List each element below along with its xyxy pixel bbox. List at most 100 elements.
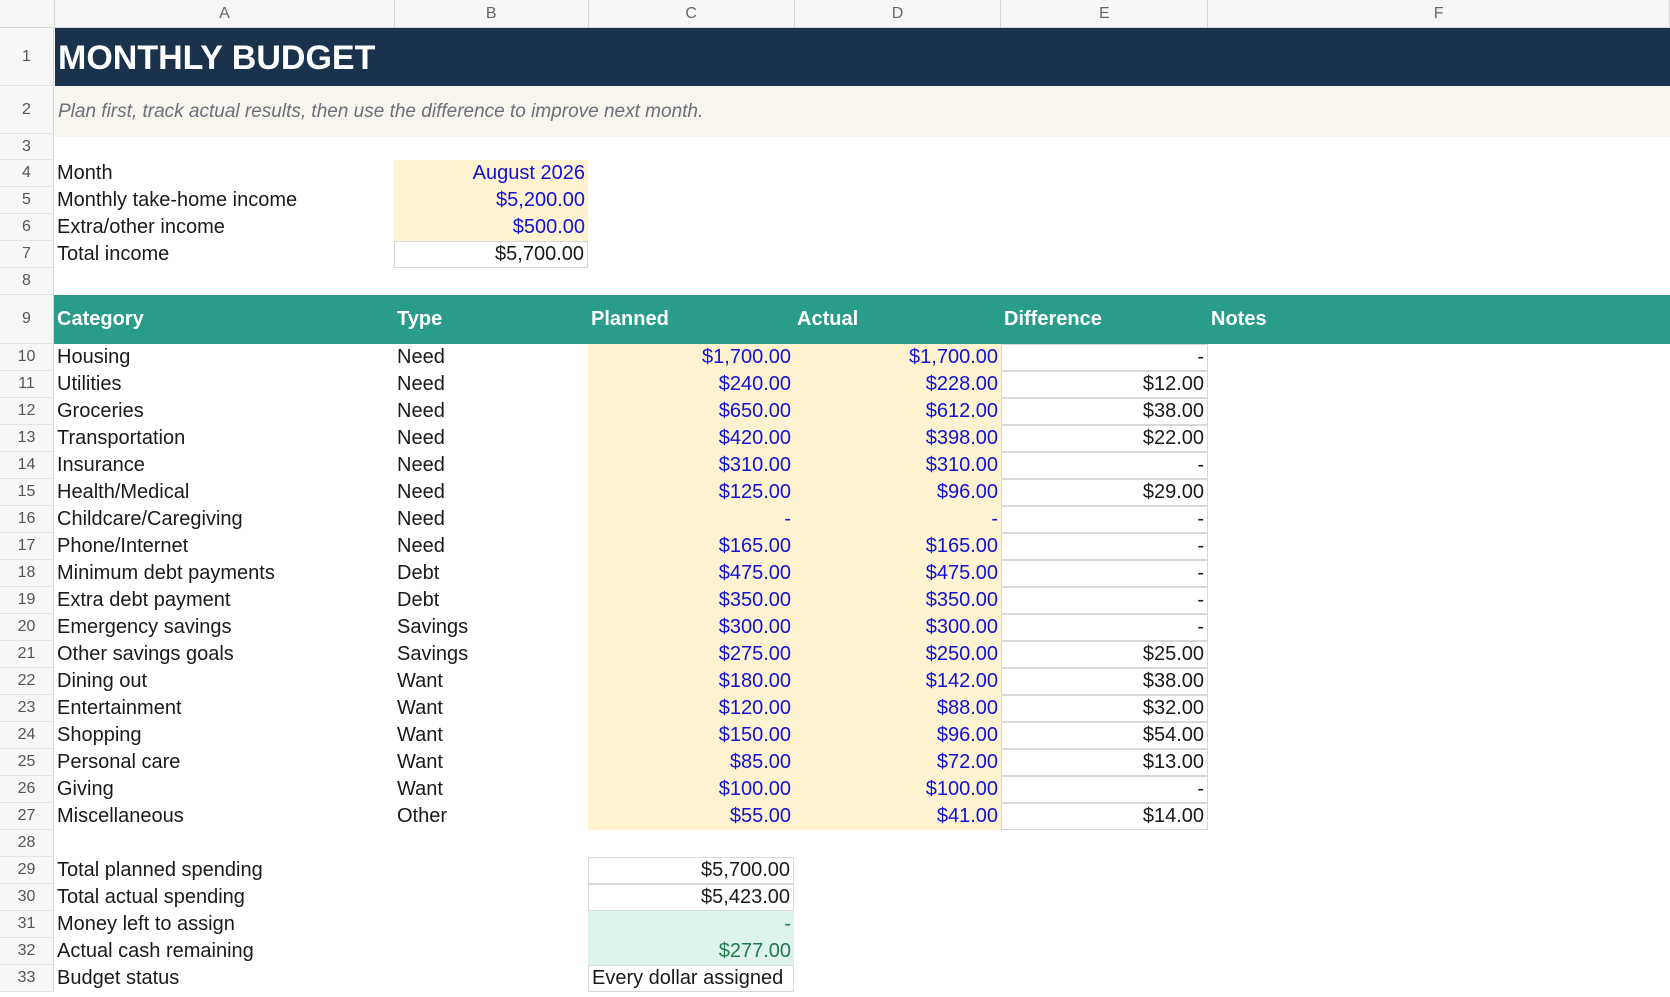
category-cell[interactable]: Dining out — [54, 668, 394, 695]
type-cell[interactable]: Need — [394, 344, 588, 371]
planned-cell[interactable]: $310.00 — [588, 452, 794, 479]
total-planned-value[interactable]: $5,700.00 — [588, 857, 794, 884]
type-cell[interactable]: Savings — [394, 641, 588, 668]
planned-cell[interactable]: $650.00 — [588, 398, 794, 425]
row-header[interactable]: 3 — [0, 134, 54, 160]
difference-cell[interactable]: - — [1001, 776, 1208, 803]
category-cell[interactable]: Other savings goals — [54, 641, 394, 668]
notes-cell[interactable] — [1208, 614, 1670, 641]
row-header[interactable]: 9 — [0, 295, 54, 344]
category-cell[interactable]: Emergency savings — [54, 614, 394, 641]
cash-remaining-value[interactable]: $277.00 — [588, 938, 794, 965]
difference-cell[interactable]: $29.00 — [1001, 479, 1208, 506]
actual-cell[interactable]: $300.00 — [794, 614, 1001, 641]
row-header[interactable]: 2 — [0, 86, 54, 134]
column-header-b[interactable]: B — [395, 0, 589, 27]
actual-cell[interactable]: $142.00 — [794, 668, 1001, 695]
notes-cell[interactable] — [1208, 452, 1670, 479]
notes-cell[interactable] — [1208, 749, 1670, 776]
type-cell[interactable]: Want — [394, 722, 588, 749]
planned-cell[interactable]: $475.00 — [588, 560, 794, 587]
planned-cell[interactable]: $100.00 — [588, 776, 794, 803]
planned-cell[interactable]: $350.00 — [588, 587, 794, 614]
category-cell[interactable]: Phone/Internet — [54, 533, 394, 560]
sheet-title[interactable]: MONTHLY BUDGET — [55, 28, 1670, 89]
row-header[interactable]: 28 — [0, 830, 54, 857]
actual-cell[interactable]: $350.00 — [794, 587, 1001, 614]
notes-cell[interactable] — [1208, 533, 1670, 560]
select-all-corner[interactable] — [0, 0, 55, 27]
row-header[interactable]: 15 — [0, 479, 54, 506]
notes-cell[interactable] — [1208, 641, 1670, 668]
notes-cell[interactable] — [1208, 560, 1670, 587]
total-income-value[interactable]: $5,700.00 — [394, 241, 588, 268]
empty-cell[interactable] — [394, 857, 588, 884]
type-cell[interactable]: Other — [394, 803, 588, 830]
notes-cell[interactable] — [1208, 371, 1670, 398]
type-cell[interactable]: Need — [394, 398, 588, 425]
row-header[interactable]: 12 — [0, 398, 54, 425]
row-header[interactable]: 21 — [0, 641, 54, 668]
difference-cell[interactable]: - — [1001, 614, 1208, 641]
planned-cell[interactable]: $420.00 — [588, 425, 794, 452]
planned-cell[interactable]: - — [588, 506, 794, 533]
month-input[interactable]: August 2026 — [394, 160, 588, 187]
notes-cell[interactable] — [1208, 803, 1670, 830]
row-header[interactable]: 5 — [0, 187, 54, 214]
difference-cell[interactable]: $22.00 — [1001, 425, 1208, 452]
header-planned[interactable]: Planned — [588, 295, 794, 344]
row-header[interactable]: 8 — [0, 268, 54, 295]
type-cell[interactable]: Want — [394, 695, 588, 722]
type-cell[interactable]: Want — [394, 776, 588, 803]
category-cell[interactable]: Miscellaneous — [54, 803, 394, 830]
notes-cell[interactable] — [1208, 344, 1670, 371]
notes-cell[interactable] — [1208, 506, 1670, 533]
actual-cell[interactable]: $165.00 — [794, 533, 1001, 560]
difference-cell[interactable]: - — [1001, 560, 1208, 587]
actual-cell[interactable]: $310.00 — [794, 452, 1001, 479]
actual-cell[interactable]: $398.00 — [794, 425, 1001, 452]
difference-cell[interactable]: - — [1001, 587, 1208, 614]
row-header[interactable]: 18 — [0, 560, 54, 587]
actual-cell[interactable]: $96.00 — [794, 722, 1001, 749]
row-header[interactable]: 24 — [0, 722, 54, 749]
difference-cell[interactable]: - — [1001, 452, 1208, 479]
category-cell[interactable]: Personal care — [54, 749, 394, 776]
actual-cell[interactable]: $250.00 — [794, 641, 1001, 668]
row-header[interactable]: 29 — [0, 857, 54, 884]
type-cell[interactable]: Want — [394, 749, 588, 776]
row-header[interactable]: 23 — [0, 695, 54, 722]
header-actual[interactable]: Actual — [794, 295, 1001, 344]
actual-cell[interactable]: $96.00 — [794, 479, 1001, 506]
planned-cell[interactable]: $300.00 — [588, 614, 794, 641]
type-cell[interactable]: Need — [394, 452, 588, 479]
category-cell[interactable]: Childcare/Caregiving — [54, 506, 394, 533]
difference-cell[interactable]: $38.00 — [1001, 398, 1208, 425]
column-header-f[interactable]: F — [1208, 0, 1670, 27]
header-notes[interactable]: Notes — [1208, 295, 1670, 344]
actual-cell[interactable]: $1,700.00 — [794, 344, 1001, 371]
header-category[interactable]: Category — [54, 295, 394, 344]
planned-cell[interactable]: $180.00 — [588, 668, 794, 695]
category-cell[interactable]: Insurance — [54, 452, 394, 479]
category-cell[interactable]: Groceries — [54, 398, 394, 425]
row-header[interactable]: 20 — [0, 614, 54, 641]
category-cell[interactable]: Health/Medical — [54, 479, 394, 506]
row-header[interactable]: 22 — [0, 668, 54, 695]
row-header[interactable]: 4 — [0, 160, 54, 187]
row-header[interactable]: 27 — [0, 803, 54, 830]
type-cell[interactable]: Need — [394, 533, 588, 560]
sheet-subtitle[interactable]: Plan first, track actual results, then u… — [55, 86, 1670, 137]
difference-cell[interactable]: $13.00 — [1001, 749, 1208, 776]
row-header[interactable]: 11 — [0, 371, 54, 398]
total-actual-value[interactable]: $5,423.00 — [588, 884, 794, 911]
row-header[interactable]: 25 — [0, 749, 54, 776]
category-cell[interactable]: Extra debt payment — [54, 587, 394, 614]
type-cell[interactable]: Need — [394, 425, 588, 452]
row-header[interactable]: 7 — [0, 241, 54, 268]
category-cell[interactable]: Utilities — [54, 371, 394, 398]
notes-cell[interactable] — [1208, 722, 1670, 749]
row-header[interactable]: 10 — [0, 344, 54, 371]
actual-cell[interactable]: $41.00 — [794, 803, 1001, 830]
category-cell[interactable]: Shopping — [54, 722, 394, 749]
